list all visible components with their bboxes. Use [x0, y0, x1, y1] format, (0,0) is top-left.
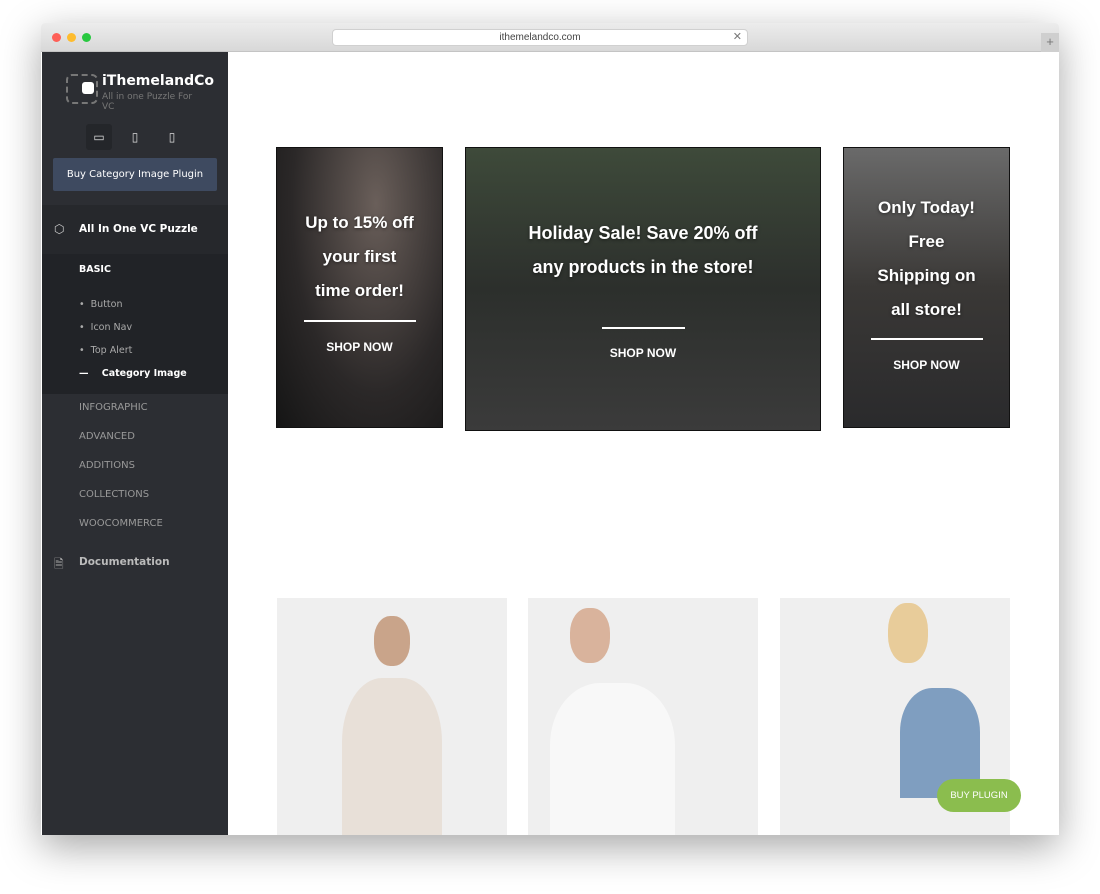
product-image[interactable] — [277, 598, 507, 835]
model-head — [888, 603, 928, 663]
basic-label[interactable]: BASIC — [79, 264, 111, 275]
model-figure — [550, 683, 675, 835]
sidebar-item-infographic[interactable]: INFOGRAPHIC — [79, 402, 148, 413]
sidebar-item-advanced[interactable]: ADVANCED — [79, 431, 135, 442]
main-content: Up to 15% off your first time order! SHOP … — [228, 52, 1059, 835]
document-icon: 🗎 — [54, 557, 64, 571]
buy-plugin-button[interactable]: BUY PLUGIN — [937, 779, 1021, 812]
category-banner[interactable]: Up to 15% off your first time order! SHOP … — [276, 147, 443, 428]
sidebar-item-additions[interactable]: ADDITIONS — [79, 460, 135, 471]
sidebar-item-top-alert[interactable]: • Top Alert — [79, 345, 132, 356]
sidebar-item-woocommerce[interactable]: WOOCOMMERCE — [79, 518, 163, 529]
mobile-icon[interactable]: ▯ — [159, 124, 185, 150]
model-figure — [342, 678, 442, 835]
new-tab-button[interactable]: + — [1041, 33, 1059, 52]
sidebar-item-category-image[interactable]: — Category Image — [79, 368, 187, 379]
desktop-icon[interactable]: ▭ — [86, 124, 112, 150]
address-bar[interactable]: ithemelandco.com ✕ — [332, 29, 748, 46]
sidebar-item-collections[interactable]: COLLECTIONS — [79, 489, 149, 500]
logo-subtitle: All in one Puzzle For VC — [102, 92, 193, 112]
close-window-button[interactable] — [52, 33, 61, 42]
buy-category-image-plugin-button[interactable]: Buy Category Image Plugin — [53, 158, 217, 191]
section-label: All In One VC Puzzle — [79, 223, 198, 235]
divider — [602, 327, 685, 329]
shop-now-link[interactable]: SHOP NOW — [844, 358, 1009, 372]
item-label: Icon Nav — [90, 322, 133, 333]
sidebar-item-icon-nav[interactable]: • Icon Nav — [79, 322, 132, 333]
close-icon[interactable]: ✕ — [733, 30, 742, 45]
model-head — [570, 608, 610, 663]
maximize-window-button[interactable] — [82, 33, 91, 42]
category-banner[interactable]: Only Today! Free Shipping on all store! SHO… — [843, 147, 1010, 428]
basic-group: BASIC • Button • Icon Nav • Top Alert — … — [42, 254, 228, 394]
sidebar-item-button[interactable]: • Button — [79, 299, 122, 310]
divider — [871, 338, 983, 340]
item-label: Category Image — [101, 368, 187, 379]
shop-now-link[interactable]: SHOP NOW — [277, 340, 442, 354]
minimize-window-button[interactable] — [67, 33, 76, 42]
item-label: Top Alert — [90, 345, 133, 356]
shop-now-link[interactable]: SHOP NOW — [466, 346, 820, 360]
sidebar: iThemelandCo All in one Puzzle For VC ▭ … — [42, 52, 228, 835]
banner-text: Up to 15% off your first time order! — [305, 213, 414, 300]
url-text: ithemelandco.com — [499, 32, 581, 43]
product-image[interactable] — [528, 598, 758, 835]
logo-title: iThemelandCo — [102, 73, 215, 89]
banner-text: Holiday Sale! Save 20% off any products i… — [528, 223, 758, 277]
category-banner[interactable]: Holiday Sale! Save 20% off any products i… — [465, 147, 821, 431]
sidebar-item-documentation[interactable]: Documentation — [79, 556, 170, 568]
model-head — [374, 616, 410, 666]
puzzle-logo-icon — [66, 74, 98, 104]
item-label: Button — [90, 299, 123, 310]
divider — [304, 320, 416, 322]
logo[interactable]: iThemelandCo All in one Puzzle For VC — [66, 72, 214, 112]
title-bar: ithemelandco.com ✕ + — [41, 23, 1059, 52]
banner-text: Only Today! Free Shipping on all store! — [877, 198, 976, 319]
browser-window: ithemelandco.com ✕ + iThemelandCo All in … — [41, 23, 1059, 835]
tablet-icon[interactable]: ▯ — [122, 124, 148, 150]
cube-icon: ⬡ — [54, 222, 65, 236]
sidebar-item-all-in-one[interactable]: ⬡ All In One VC Puzzle — [42, 205, 228, 254]
